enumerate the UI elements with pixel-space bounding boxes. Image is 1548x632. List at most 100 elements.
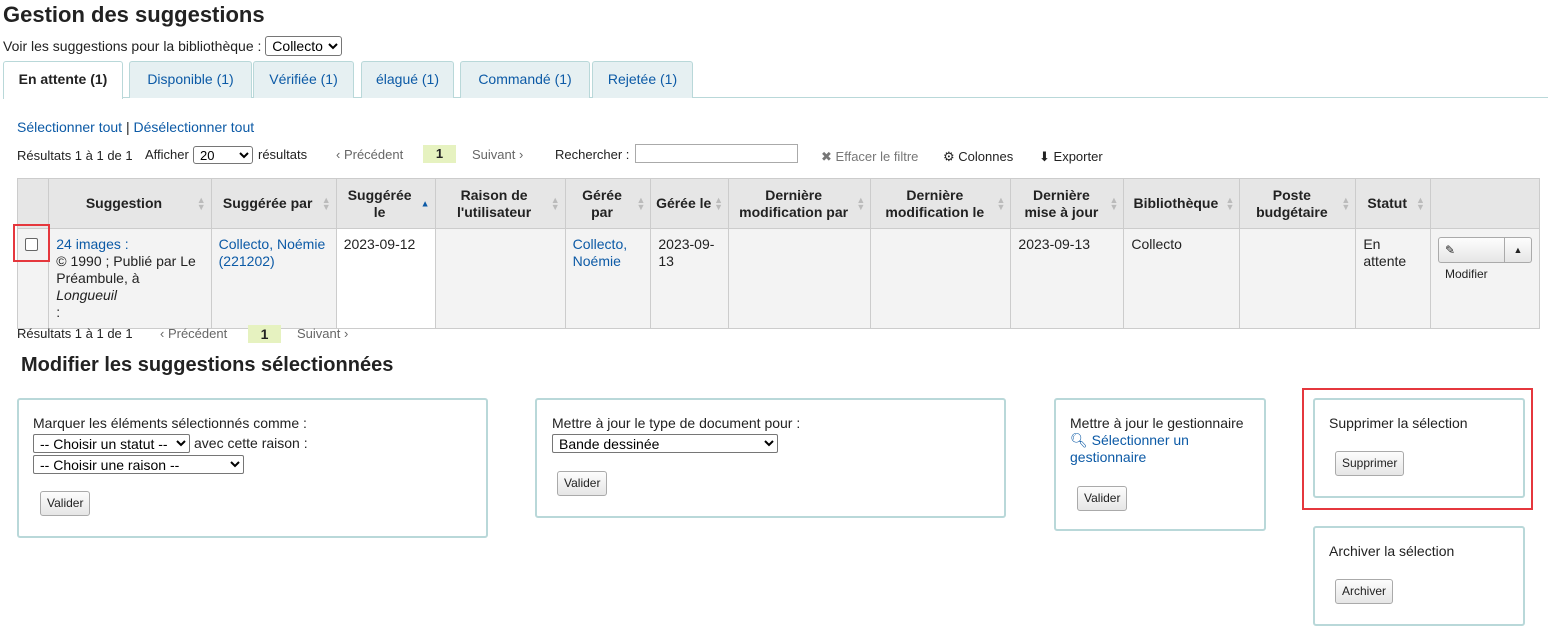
status-select[interactable]: -- Choisir un statut --: [33, 434, 190, 453]
reason-select[interactable]: -- Choisir une raison --: [33, 455, 244, 474]
select-manager-label: Sélectionner un gestionnaire: [1070, 432, 1189, 465]
cell-user-reason: [434, 228, 566, 329]
clear-filter-button[interactable]: ✖ Effacer le filtre: [821, 149, 918, 165]
export-button[interactable]: ⬇ Exporter: [1039, 149, 1103, 165]
header-budget[interactable]: Poste budgétaire ▲ ▼: [1239, 178, 1357, 229]
tab-available[interactable]: Disponible (1): [129, 61, 252, 98]
next-page-button[interactable]: Suivant ›: [472, 147, 523, 162]
bottom-page-number[interactable]: 1: [248, 325, 281, 343]
header-suggested-by[interactable]: Suggérée par ▲ ▼: [210, 178, 337, 229]
cell-suggestion: 24 images : © 1990 ; Publié par Le Préam…: [48, 228, 212, 329]
library-select[interactable]: Collecto: [265, 36, 343, 56]
tab-rejected[interactable]: Rejetée (1): [592, 61, 693, 98]
table-header-row: Suggestion ▲ ▼ Suggérée par ▲ ▼ Suggérée le ▲…: [16, 178, 1541, 229]
header-checkbox: [16, 178, 50, 229]
header-actions: [1429, 178, 1541, 229]
cell-budget: [1239, 228, 1357, 329]
search-icon: 🔍︎: [1070, 432, 1088, 448]
cell-actions: ✎ Modifier ▲: [1429, 228, 1541, 329]
pencil-icon: ✎: [1444, 243, 1456, 257]
caret-up-icon: ▲: [1513, 245, 1523, 255]
suggestions-table: Suggestion ▲ ▼ Suggérée par ▲ ▼ Suggérée le ▲…: [16, 178, 1541, 329]
columns-label: Colonnes: [958, 149, 1014, 164]
modify-button-group: ✎ Modifier ▲: [1437, 237, 1532, 281]
header-last-update[interactable]: Dernière mise à jour ▲ ▼: [1010, 178, 1125, 229]
table-row: 24 images : © 1990 ; Publié par Le Préam…: [16, 228, 1541, 329]
cell-managed-on: 2023-09-13: [650, 228, 730, 329]
selection-links: Sélectionner tout | Désélectionner tout: [17, 119, 254, 135]
delete-button[interactable]: Supprimer: [1335, 451, 1405, 476]
cell-managed-by: Collecto, Noémie: [564, 228, 652, 329]
cell-last-update: 2023-09-13: [1010, 228, 1125, 329]
cell-last-modified-by: [728, 228, 872, 329]
close-icon: ✖: [821, 149, 832, 164]
search-label: Rechercher :: [555, 147, 630, 162]
columns-button[interactable]: ⚙ Colonnes: [943, 149, 1013, 165]
table-toolbar: Résultats 1 à 1 de 1 Afficher 20 résulta…: [0, 144, 1548, 167]
header-managed-on[interactable]: Gérée le ▲ ▼: [650, 178, 730, 229]
header-last-modified-on[interactable]: Dernière modification le ▲ ▼: [870, 178, 1012, 229]
modify-label: Modifier: [1444, 267, 1488, 281]
page-number[interactable]: 1: [423, 145, 456, 163]
header-status[interactable]: Statut ▲ ▼: [1355, 178, 1431, 229]
download-icon: ⬇: [1039, 149, 1050, 164]
cell-last-modified-on: [870, 228, 1012, 329]
show-label: Afficher: [145, 147, 189, 162]
manager-submit-button[interactable]: Valider: [1077, 486, 1128, 511]
export-label: Exporter: [1053, 149, 1103, 164]
doctype-select[interactable]: Bande dessinée: [552, 434, 778, 453]
tab-checked[interactable]: Vérifiée (1): [253, 61, 354, 98]
delete-label: Supprimer la sélection: [1329, 415, 1468, 431]
doctype-panel: Mettre à jour le type de document pour :…: [535, 398, 1006, 518]
clear-filter-label: Effacer le filtre: [835, 149, 919, 164]
managed-by-link[interactable]: Collecto, Noémie: [573, 236, 627, 269]
status-tabs: En attente (1) Disponible (1) Vérifiée (…: [3, 61, 1548, 99]
library-filter: Voir les suggestions pour la bibliothèqu…: [3, 36, 343, 56]
doctype-submit-button[interactable]: Valider: [557, 471, 608, 496]
modify-dropdown-toggle[interactable]: ▲: [1504, 237, 1532, 263]
selection-separator: |: [125, 119, 130, 135]
archive-button[interactable]: Archiver: [1335, 579, 1394, 604]
suggestion-publication: © 1990 ; Publié par Le Préambule, à: [56, 253, 196, 286]
highlight-checkbox: [13, 224, 50, 262]
deselect-all-link[interactable]: Désélectionner tout: [134, 119, 255, 135]
header-last-modified-by[interactable]: Dernière modification par ▲ ▼: [728, 178, 872, 229]
gear-icon: ⚙: [943, 149, 955, 164]
header-library[interactable]: Bibliothèque ▲ ▼: [1123, 178, 1241, 229]
select-all-link[interactable]: Sélectionner tout: [17, 119, 122, 135]
tab-pending[interactable]: En attente (1): [3, 61, 123, 99]
bottom-next-button[interactable]: Suivant ›: [297, 326, 348, 341]
cell-suggested-by: Collecto, Noémie (221202): [210, 228, 337, 329]
doctype-label: Mettre à jour le type de document pour :: [552, 415, 801, 431]
mark-status-label: Marquer les éléments sélectionnés comme …: [33, 415, 307, 431]
manager-label: Mettre à jour le gestionnaire: [1070, 415, 1244, 431]
search-input[interactable]: [635, 144, 798, 163]
modify-button[interactable]: ✎ Modifier: [1437, 237, 1505, 281]
mark-submit-button[interactable]: Valider: [40, 491, 91, 516]
cell-suggested-on: 2023-09-12: [335, 228, 436, 329]
bottom-results-info: Résultats 1 à 1 de 1: [17, 326, 133, 341]
select-manager-link[interactable]: 🔍︎ Sélectionner un gestionnaire: [1070, 432, 1250, 466]
cell-library: Collecto: [1123, 228, 1241, 329]
mark-status-panel: Marquer les éléments sélectionnés comme …: [17, 398, 488, 538]
reason-label: avec cette raison :: [194, 435, 308, 451]
tab-ordered[interactable]: Commandé (1): [460, 61, 590, 98]
suggestion-pub-end: :: [56, 304, 61, 320]
header-suggested-on[interactable]: Suggérée le ▲: [335, 178, 436, 229]
suggestion-title-link[interactable]: 24 images :: [56, 236, 128, 252]
prev-page-button[interactable]: ‹ Précédent: [336, 147, 403, 162]
results-suffix: résultats: [258, 147, 308, 162]
manager-panel: Mettre à jour le gestionnaire 🔍︎ Sélecti…: [1054, 398, 1266, 531]
delete-panel: Supprimer la sélection Supprimer: [1313, 398, 1525, 498]
page-size-select[interactable]: 20: [193, 146, 253, 164]
cell-status: En attente: [1355, 228, 1431, 329]
header-managed-by[interactable]: Gérée par ▲ ▼: [564, 178, 652, 229]
suggested-by-link[interactable]: Collecto, Noémie (221202): [219, 236, 326, 269]
bottom-prev-button[interactable]: ‹ Précédent: [160, 326, 227, 341]
tab-weeded[interactable]: élagué (1): [361, 61, 454, 98]
suggestion-place: Longueuil: [56, 287, 117, 303]
archive-label: Archiver la sélection: [1329, 543, 1455, 559]
header-suggestion[interactable]: Suggestion ▲ ▼: [48, 178, 212, 229]
library-filter-label: Voir les suggestions pour la bibliothèqu…: [3, 38, 262, 54]
header-user-reason[interactable]: Raison de l'utilisateur ▲ ▼: [434, 178, 566, 229]
